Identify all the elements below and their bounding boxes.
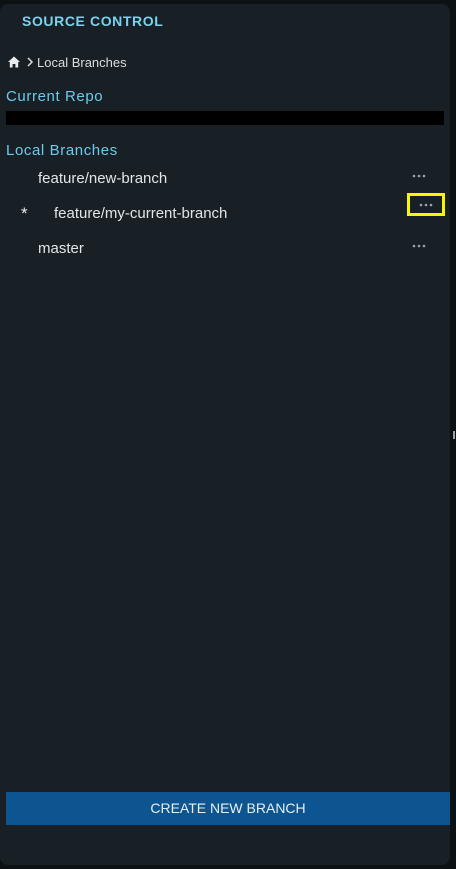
current-repo-title: Current Repo [6, 88, 104, 105]
branch-more-button[interactable] [407, 193, 445, 216]
ellipsis-icon [419, 203, 433, 206]
local-branches-title: Local Branches [6, 142, 118, 159]
ellipsis-icon [412, 244, 426, 248]
home-icon[interactable] [7, 55, 21, 69]
branch-more-button[interactable] [408, 238, 430, 254]
branch-item[interactable]: master [0, 236, 450, 260]
branch-name: feature/my-current-branch [54, 205, 228, 222]
panel-title: SOURCE CONTROL [22, 13, 164, 29]
chevron-right-icon [25, 55, 35, 69]
create-new-branch-button[interactable]: CREATE NEW BRANCH [6, 792, 450, 825]
scrollbar-handle[interactable] [453, 431, 455, 439]
branch-item-current[interactable]: * feature/my-current-branch [0, 193, 450, 225]
breadcrumb: Local Branches [7, 54, 127, 70]
current-branch-marker: * [21, 204, 28, 223]
current-repo-path [6, 111, 444, 125]
branch-name: feature/new-branch [38, 170, 168, 187]
branch-item[interactable]: feature/new-branch [0, 166, 450, 190]
source-control-panel: SOURCE CONTROL Local Branches Current Re… [0, 4, 450, 865]
branch-name: master [38, 240, 84, 257]
branch-more-button[interactable] [408, 168, 430, 184]
breadcrumb-current: Local Branches [37, 54, 127, 70]
ellipsis-icon [412, 174, 426, 178]
